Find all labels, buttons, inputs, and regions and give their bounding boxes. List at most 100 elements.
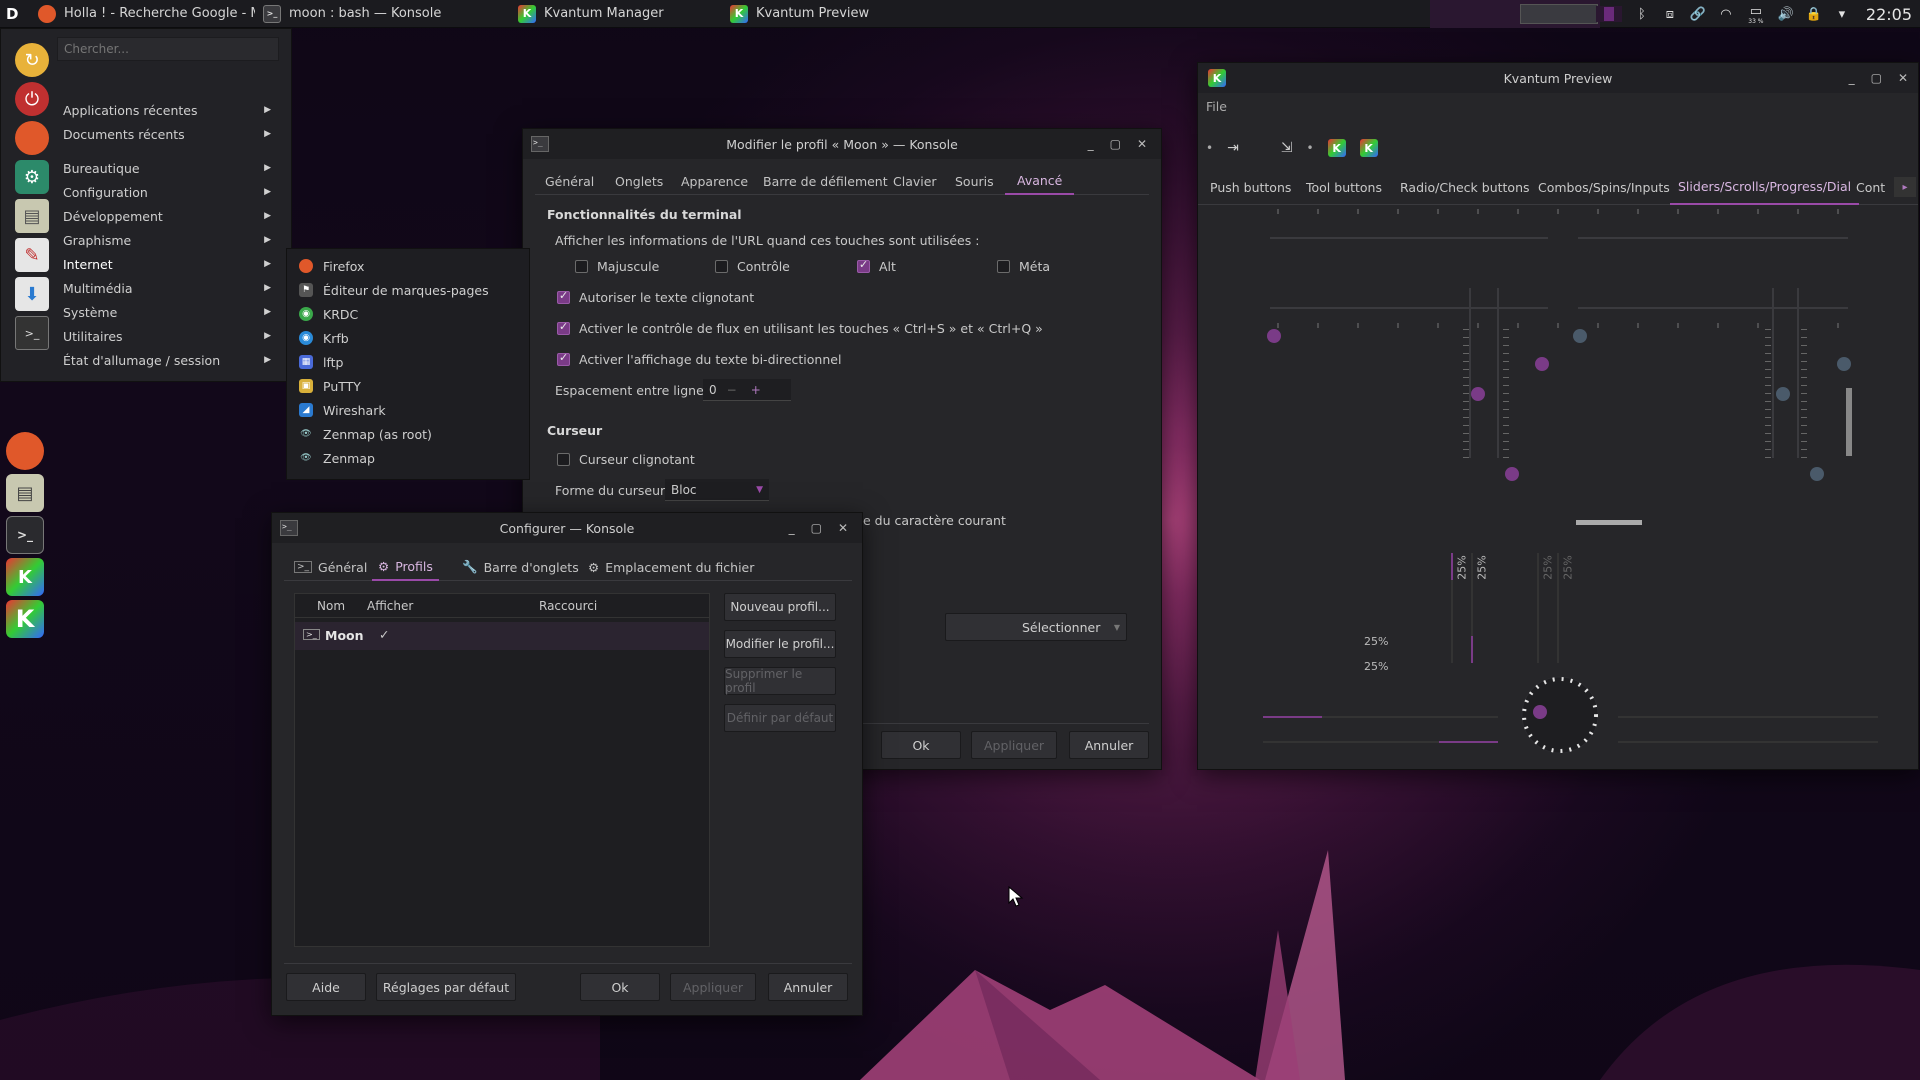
column-header-show[interactable]: Afficher: [367, 599, 413, 613]
slider-handle[interactable]: [1837, 357, 1851, 371]
minimize-icon[interactable]: _: [1088, 137, 1094, 151]
checkbox-alt[interactable]: [857, 258, 870, 273]
help-button[interactable]: Aide: [286, 973, 366, 1001]
checkbox-majuscule[interactable]: [575, 260, 588, 273]
tab-sliders[interactable]: Sliders/Scrolls/Progress/Dial: [1670, 169, 1860, 205]
chevron-down-icon[interactable]: ▾: [1834, 6, 1850, 22]
favorite-store-icon[interactable]: ⬇: [15, 277, 49, 311]
taskbar-item-konsole[interactable]: >_ moon : bash — Konsole: [255, 0, 480, 28]
edit-profile-button[interactable]: Modifier le profil...: [724, 630, 836, 658]
close-icon[interactable]: ✕: [1137, 137, 1147, 151]
launcher-category[interactable]: Documents récents ▶: [57, 123, 277, 145]
bluetooth-icon[interactable]: ᛒ: [1634, 6, 1650, 22]
tab-profils[interactable]: ⚙ Profils: [372, 553, 439, 581]
slider-handle[interactable]: [1810, 467, 1824, 481]
kvantum-icon[interactable]: K: [1359, 139, 1378, 157]
ok-button[interactable]: Ok: [580, 973, 660, 1001]
favorite-firefox-icon[interactable]: [15, 121, 49, 155]
maximize-icon[interactable]: ▢: [811, 521, 822, 535]
favorite-files-icon[interactable]: ▤: [15, 199, 49, 233]
favorite-terminal-icon[interactable]: >_: [15, 316, 49, 350]
toolbar-layout-icon[interactable]: ⇲: [1281, 140, 1293, 156]
ok-button[interactable]: Ok: [881, 731, 961, 759]
submenu-item-zenmap[interactable]: 👁 Zenmap: [299, 447, 375, 469]
table-row[interactable]: >_ Moon ✓: [295, 622, 709, 650]
checkbox-bidi[interactable]: [557, 351, 570, 366]
checkbox-meta[interactable]: [997, 260, 1010, 273]
wifi-icon[interactable]: ◠: [1718, 6, 1734, 22]
tab-apparence[interactable]: Apparence: [681, 167, 748, 195]
launcher-category[interactable]: Applications récentes ▶: [57, 99, 277, 121]
volume-icon[interactable]: 🔊: [1778, 6, 1794, 22]
set-default-button[interactable]: Définir par défaut: [724, 704, 836, 732]
clip-icon[interactable]: 🔗: [1690, 6, 1706, 22]
favorite-editor-icon[interactable]: ✎: [15, 238, 49, 272]
favorite-power-icon[interactable]: ⏻: [15, 82, 49, 116]
menu-file[interactable]: File: [1206, 99, 1227, 114]
line-spacing-spinbox[interactable]: 0 − +: [703, 379, 791, 401]
defaults-button[interactable]: Réglages par défaut: [376, 973, 516, 1001]
column-header-name[interactable]: Nom: [317, 599, 345, 613]
apply-button[interactable]: Appliquer: [670, 973, 756, 1001]
battery-icon[interactable]: ▭ 33 %: [1746, 4, 1766, 25]
cancel-button[interactable]: Annuler: [1069, 731, 1149, 759]
tab-cont[interactable]: Cont: [1856, 169, 1885, 205]
tab-onglets[interactable]: Onglets: [615, 167, 663, 195]
dial[interactable]: [1521, 676, 1599, 754]
launcher-category[interactable]: Bureautique ▶: [57, 157, 277, 179]
checkbox-flow-control[interactable]: [557, 320, 570, 335]
launcher-search-input[interactable]: [57, 37, 279, 61]
toolbar-import-icon[interactable]: ⇥: [1227, 140, 1239, 156]
submenu-item-zenmap-root[interactable]: 👁 Zenmap (as root): [299, 423, 432, 445]
close-icon[interactable]: ✕: [838, 521, 848, 535]
minus-icon[interactable]: −: [727, 383, 737, 397]
tab-push-buttons[interactable]: Push buttons: [1210, 169, 1291, 205]
checkbox-cursor-blink[interactable]: [557, 453, 570, 466]
launcher-category[interactable]: Configuration ▶: [57, 181, 277, 203]
checkbox-controle[interactable]: [715, 260, 728, 273]
tab-radio-check[interactable]: Radio/Check buttons: [1400, 169, 1530, 205]
dock-kvantum-manager-icon[interactable]: K: [6, 558, 44, 596]
tab-file-location[interactable]: ⚙ Emplacement du fichier: [588, 553, 754, 581]
launcher-category[interactable]: Système ▶: [57, 301, 277, 323]
taskbar-item-kvantum-preview[interactable]: K Kvantum Preview: [708, 0, 936, 28]
tab-scrollbar[interactable]: Barre de défilement: [763, 167, 888, 195]
column-header-shortcut[interactable]: Raccourci: [539, 599, 597, 613]
tab-clavier[interactable]: Clavier: [893, 167, 937, 195]
maximize-icon[interactable]: ▢: [1110, 137, 1121, 151]
dock-files-icon[interactable]: ▤: [6, 474, 44, 512]
app-launcher-button[interactable]: D: [0, 0, 30, 28]
minimize-icon[interactable]: _: [789, 521, 795, 535]
favorite-settings-icon[interactable]: ⚙: [15, 160, 49, 194]
slider-handle[interactable]: [1535, 357, 1549, 371]
select-combo[interactable]: Sélectionner ▼: [945, 613, 1127, 641]
dock-terminal-icon[interactable]: >_: [6, 516, 44, 554]
tab-scroll-arrow[interactable]: ▸: [1894, 177, 1916, 197]
taskbar-item-kvantum-manager[interactable]: K Kvantum Manager: [480, 0, 708, 28]
cursor-shape-combo[interactable]: Bloc ▼: [665, 479, 769, 501]
submenu-item-krdc[interactable]: ◉ KRDC: [299, 303, 358, 325]
clock[interactable]: 22:05: [1866, 5, 1912, 24]
tab-souris[interactable]: Souris: [955, 167, 994, 195]
close-icon[interactable]: ✕: [1898, 71, 1908, 85]
delete-profile-button[interactable]: Supprimer le profil: [724, 667, 836, 695]
submenu-item-firefox[interactable]: Firefox: [299, 255, 364, 277]
submenu-item-krfb[interactable]: ◉ Krfb: [299, 327, 349, 349]
launcher-category[interactable]: Développement ▶: [57, 205, 277, 227]
kvantum-icon[interactable]: K: [1327, 139, 1346, 157]
favorite-refresh-icon[interactable]: ↻: [15, 43, 49, 77]
slider-handle[interactable]: [1505, 467, 1519, 481]
cancel-button[interactable]: Annuler: [768, 973, 848, 1001]
virtual-desktop-pager[interactable]: [1520, 4, 1598, 24]
tab-avance[interactable]: Avancé: [1005, 167, 1075, 195]
launcher-category-internet[interactable]: Internet ▶: [57, 253, 277, 275]
apply-button[interactable]: Appliquer: [971, 731, 1057, 759]
dock-kvantum-preview-icon[interactable]: K: [6, 600, 44, 638]
plus-icon[interactable]: +: [751, 383, 761, 397]
slider-handle[interactable]: [1776, 387, 1790, 401]
lock-icon[interactable]: 🔒: [1806, 6, 1822, 22]
launcher-category[interactable]: État d'allumage / session ▶: [57, 349, 277, 371]
maximize-icon[interactable]: ▢: [1871, 71, 1882, 85]
slider-handle[interactable]: [1471, 387, 1485, 401]
tab-combos[interactable]: Combos/Spins/Inputs: [1538, 169, 1670, 205]
